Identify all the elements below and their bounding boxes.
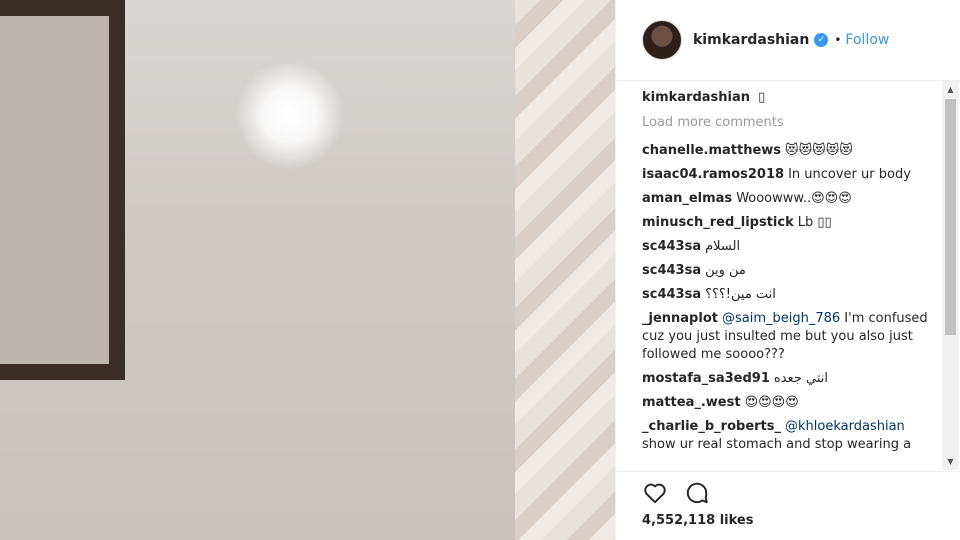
post-photo[interactable] xyxy=(0,0,615,540)
scroll-up-arrow-icon[interactable]: ▲ xyxy=(942,81,959,98)
comment-username[interactable]: minusch_red_lipstick xyxy=(642,215,794,230)
comment-text: السلام xyxy=(705,239,741,254)
likes-count[interactable]: 4,552,118 likes xyxy=(642,513,753,528)
photo-placeholder xyxy=(0,0,615,540)
post-actions xyxy=(642,480,726,506)
heart-icon[interactable] xyxy=(642,480,668,506)
comment-username[interactable]: mattea_.west xyxy=(642,395,741,410)
comment-text: 😍😍😍😍 xyxy=(744,395,799,410)
verified-badge-icon: ✓ xyxy=(814,33,829,47)
comment-username[interactable]: chanelle.matthews xyxy=(642,143,781,158)
comment-username[interactable]: isaac04.ramos2018 xyxy=(642,167,784,182)
comment-row: _jennaplot @saim_beigh_786 I'm confused c… xyxy=(642,310,937,364)
caption-username[interactable]: kimkardashian xyxy=(642,90,750,105)
comment-text: show ur real stomach and stop wearing a xyxy=(642,437,912,452)
comment-row: isaac04.ramos2018 In uncover ur body xyxy=(642,166,937,184)
comment-row: mattea_.west 😍😍😍😍 xyxy=(642,394,937,412)
comment-username[interactable]: _jennaplot xyxy=(642,311,718,326)
comment-text: Wooowww..😍😍😍 xyxy=(736,191,852,206)
comment-bubble-icon[interactable] xyxy=(684,480,710,506)
comment-row: sc443sa من وين xyxy=(642,262,937,280)
comment-username[interactable]: aman_elmas xyxy=(642,191,732,206)
comment-text: 😻😻😻😻😻 xyxy=(785,143,853,158)
comment-text: In uncover ur body xyxy=(788,167,911,182)
comment-username[interactable]: sc443sa xyxy=(642,239,701,254)
comment-text: انت مين!؟؟؟ xyxy=(705,287,776,302)
comment-row: _charlie_b_roberts_ @khloekardashian show… xyxy=(642,418,937,454)
comment-text: من وين xyxy=(705,263,746,278)
comment-username[interactable]: mostafa_sa3ed91 xyxy=(642,371,770,386)
caption: kimkardashian ▯ xyxy=(642,89,937,107)
scroll-down-arrow-icon[interactable]: ▼ xyxy=(942,453,959,470)
caption-text: ▯ xyxy=(758,90,766,105)
comment-row: chanelle.matthews 😻😻😻😻😻 xyxy=(642,142,937,160)
load-more-comments-button[interactable]: Load more comments xyxy=(642,115,937,130)
comment-username[interactable]: sc443sa xyxy=(642,287,701,302)
post-header: kimkardashian ✓ • Follow xyxy=(616,0,960,81)
comments-scrollbar[interactable]: ▲ ▼ xyxy=(942,81,959,470)
comment-text: انتي جعده xyxy=(773,371,828,386)
comment-row: sc443sa انت مين!؟؟؟ xyxy=(642,286,937,304)
comment-username[interactable]: _charlie_b_roberts_ xyxy=(642,419,781,434)
comment-row: minusch_red_lipstick Lb ▯▯ xyxy=(642,214,937,232)
comment-mention[interactable]: @khloekardashian xyxy=(785,419,905,434)
avatar[interactable] xyxy=(642,20,682,60)
comment-text: Lb ▯▯ xyxy=(797,215,832,230)
comment-row: aman_elmas Wooowww..😍😍😍 xyxy=(642,190,937,208)
scrollbar-thumb[interactable] xyxy=(945,99,956,335)
follow-button[interactable]: Follow xyxy=(845,32,889,48)
post-sidebar: kimkardashian ✓ • Follow kimkardashian ▯… xyxy=(615,0,960,540)
divider xyxy=(616,471,960,472)
header-username[interactable]: kimkardashian xyxy=(693,32,809,48)
comments-list: kimkardashian ▯ Load more comments chane… xyxy=(642,89,937,470)
comment-row: sc443sa السلام xyxy=(642,238,937,256)
comment-username[interactable]: sc443sa xyxy=(642,263,701,278)
comment-row: mostafa_sa3ed91 انتي جعده xyxy=(642,370,937,388)
header-separator: • xyxy=(834,33,842,47)
comment-mention[interactable]: @saim_beigh_786 xyxy=(722,311,840,326)
